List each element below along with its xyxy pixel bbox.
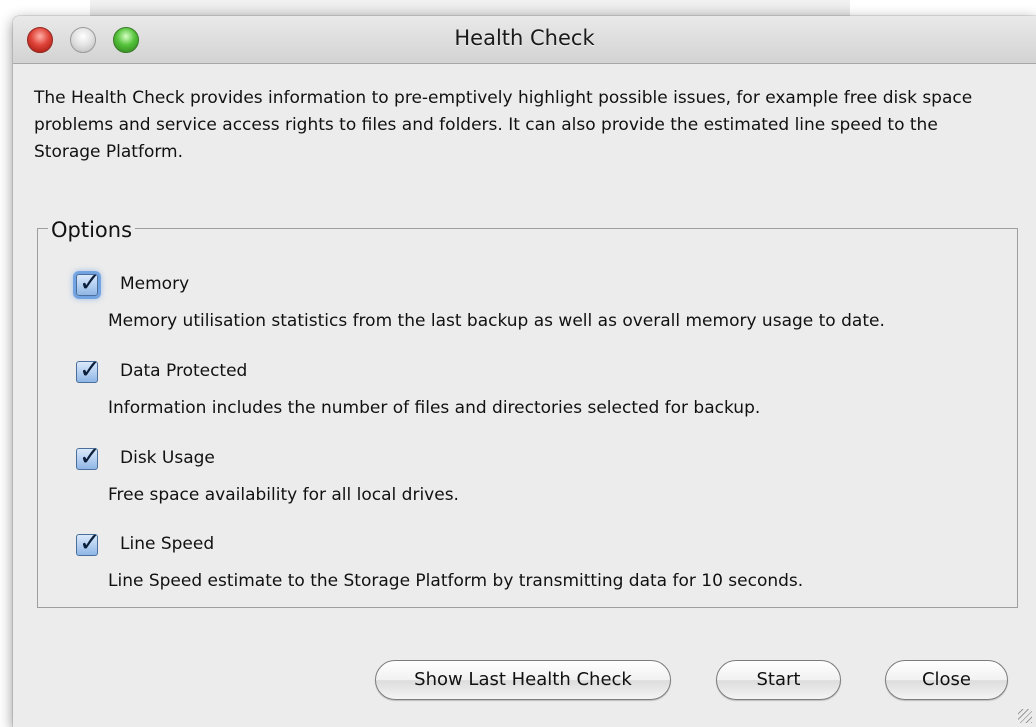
data-protected-label[interactable]: Data Protected: [120, 361, 247, 381]
memory-label[interactable]: Memory: [120, 274, 189, 294]
window-title: Health Check: [454, 26, 595, 50]
close-button[interactable]: Close: [885, 660, 1008, 700]
checkmark-icon: ✓: [79, 355, 101, 385]
intro-text: The Health Check provides information to…: [34, 88, 973, 162]
show-last-health-check-button[interactable]: Show Last Health Check: [375, 660, 671, 700]
memory-checkbox[interactable]: ✓: [76, 268, 101, 298]
checkmark-icon: ✓: [79, 268, 101, 298]
data-protected-checkbox[interactable]: ✓: [76, 355, 101, 385]
disk-usage-checkbox[interactable]: ✓: [76, 442, 101, 472]
start-button[interactable]: Start: [716, 660, 841, 700]
disk-usage-label[interactable]: Disk Usage: [120, 448, 215, 468]
disk-usage-description: Free space availability for all local dr…: [108, 485, 459, 505]
memory-description: Memory utilisation statistics from the l…: [108, 311, 885, 331]
checkmark-icon: ✓: [79, 528, 101, 558]
window-titlebar[interactable]: Health Check: [13, 16, 1036, 64]
line-speed-description: Line Speed estimate to the Storage Platf…: [108, 571, 804, 591]
health-check-window: Health Check The Health Check provides i…: [13, 16, 1036, 727]
checkmark-icon: ✓: [79, 442, 101, 472]
line-speed-label[interactable]: Line Speed: [120, 534, 214, 554]
resize-grip-icon[interactable]: [1018, 709, 1032, 723]
line-speed-checkbox[interactable]: ✓: [76, 528, 101, 558]
options-legend: Options: [48, 218, 136, 242]
data-protected-description: Information includes the number of files…: [108, 398, 761, 418]
